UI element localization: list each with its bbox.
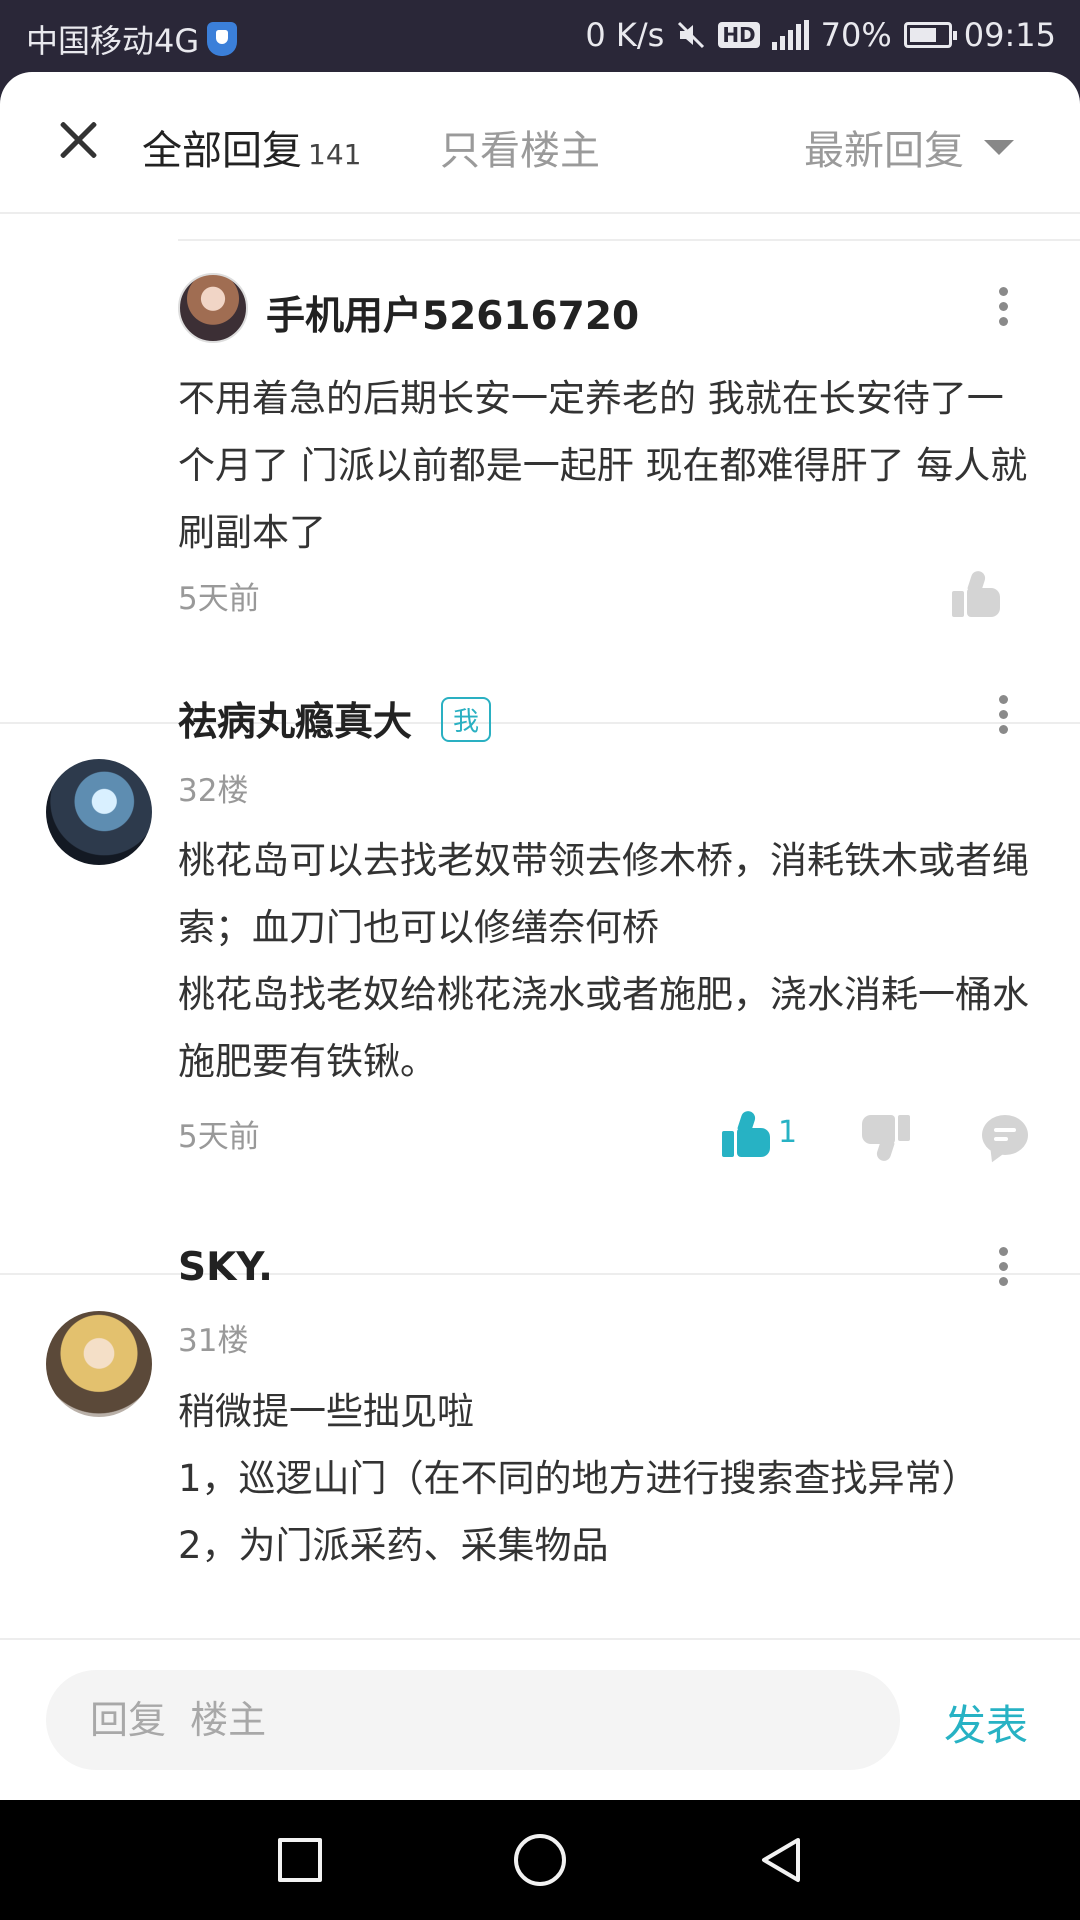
like-icon[interactable] [722,1109,770,1157]
comment-text: 稍微提一些拙见啦 1，巡逻山门（在不同的地方进行搜索查找异常） 2，为门派采药、… [178,1390,979,1567]
system-nav-bar [0,1800,1080,1920]
username[interactable]: SKY. [178,1245,273,1290]
hd-badge: HD [718,22,760,48]
comment-list[interactable]: 手机用户52616720 不用着急的后期长安一定养老的 我就在长安待了一个月了 … [0,215,1080,1710]
nav-recents-icon[interactable] [278,1838,322,1882]
more-icon[interactable] [995,1247,1011,1291]
close-icon[interactable] [50,112,106,168]
divider [178,239,1080,241]
nav-home-icon[interactable] [514,1834,566,1886]
carrier-label: 中国移动4G [26,22,200,60]
divider [0,722,1080,724]
sort-dropdown[interactable]: 最新回复 [804,118,1014,176]
reply-bar: 发表 [0,1638,1080,1800]
replies-sheet: 全部回复 141 只看楼主 最新回复 手机用户52616720 不用着急的后期长… [0,72,1080,1800]
avatar[interactable] [178,273,248,343]
timestamp: 5天前 [178,581,260,617]
dislike-icon[interactable] [862,1115,910,1163]
username[interactable]: 手机用户52616720 [266,285,639,341]
shield-icon [207,22,238,56]
tab-owner-only[interactable]: 只看楼主 [440,118,600,176]
send-button[interactable]: 发表 [944,1692,1028,1753]
floor-number: 31楼 [178,1323,249,1359]
battery-percent: 70% [820,16,892,54]
me-badge: 我 [441,697,492,742]
nav-back-icon[interactable] [756,1834,808,1886]
comment-text: 不用着急的后期长安一定养老的 我就在长安待了一个月了 门派以前都是一起肝 现在都… [178,377,1028,554]
comment-icon[interactable] [982,1115,1028,1155]
username[interactable]: 祛病丸瘾真大 [178,691,412,747]
avatar[interactable] [46,1311,152,1417]
like-count: 1 [778,1115,798,1150]
sort-label: 最新回复 [804,128,964,174]
tab-all-label: 全部回复 [142,128,302,174]
replies-header: 全部回复 141 只看楼主 最新回复 [0,72,1080,214]
clock: 09:15 [963,16,1056,54]
comment-text: 桃花岛可以去找老奴带领去修木桥，消耗铁木或者绳索；血刀门也可以修缮奈何桥 桃花岛… [178,839,1029,1083]
signal-icon [771,20,809,50]
mute-icon [678,21,705,49]
divider [0,1273,1080,1275]
more-icon[interactable] [995,695,1011,739]
reply-count: 141 [308,138,362,171]
avatar[interactable] [46,759,152,865]
tab-all-replies[interactable]: 全部回复 141 [142,118,361,176]
more-icon[interactable] [995,287,1011,331]
chevron-down-icon [984,139,1014,155]
like-icon[interactable] [952,569,1000,617]
network-speed: 0 K/s [585,16,665,54]
timestamp: 5天前 [178,1119,260,1155]
status-bar: 中国移动4G 0 K/s HD 70% 09:15 [0,0,1080,72]
battery-icon [903,22,957,48]
floor-number: 32楼 [178,773,249,809]
reply-input[interactable] [46,1670,900,1770]
